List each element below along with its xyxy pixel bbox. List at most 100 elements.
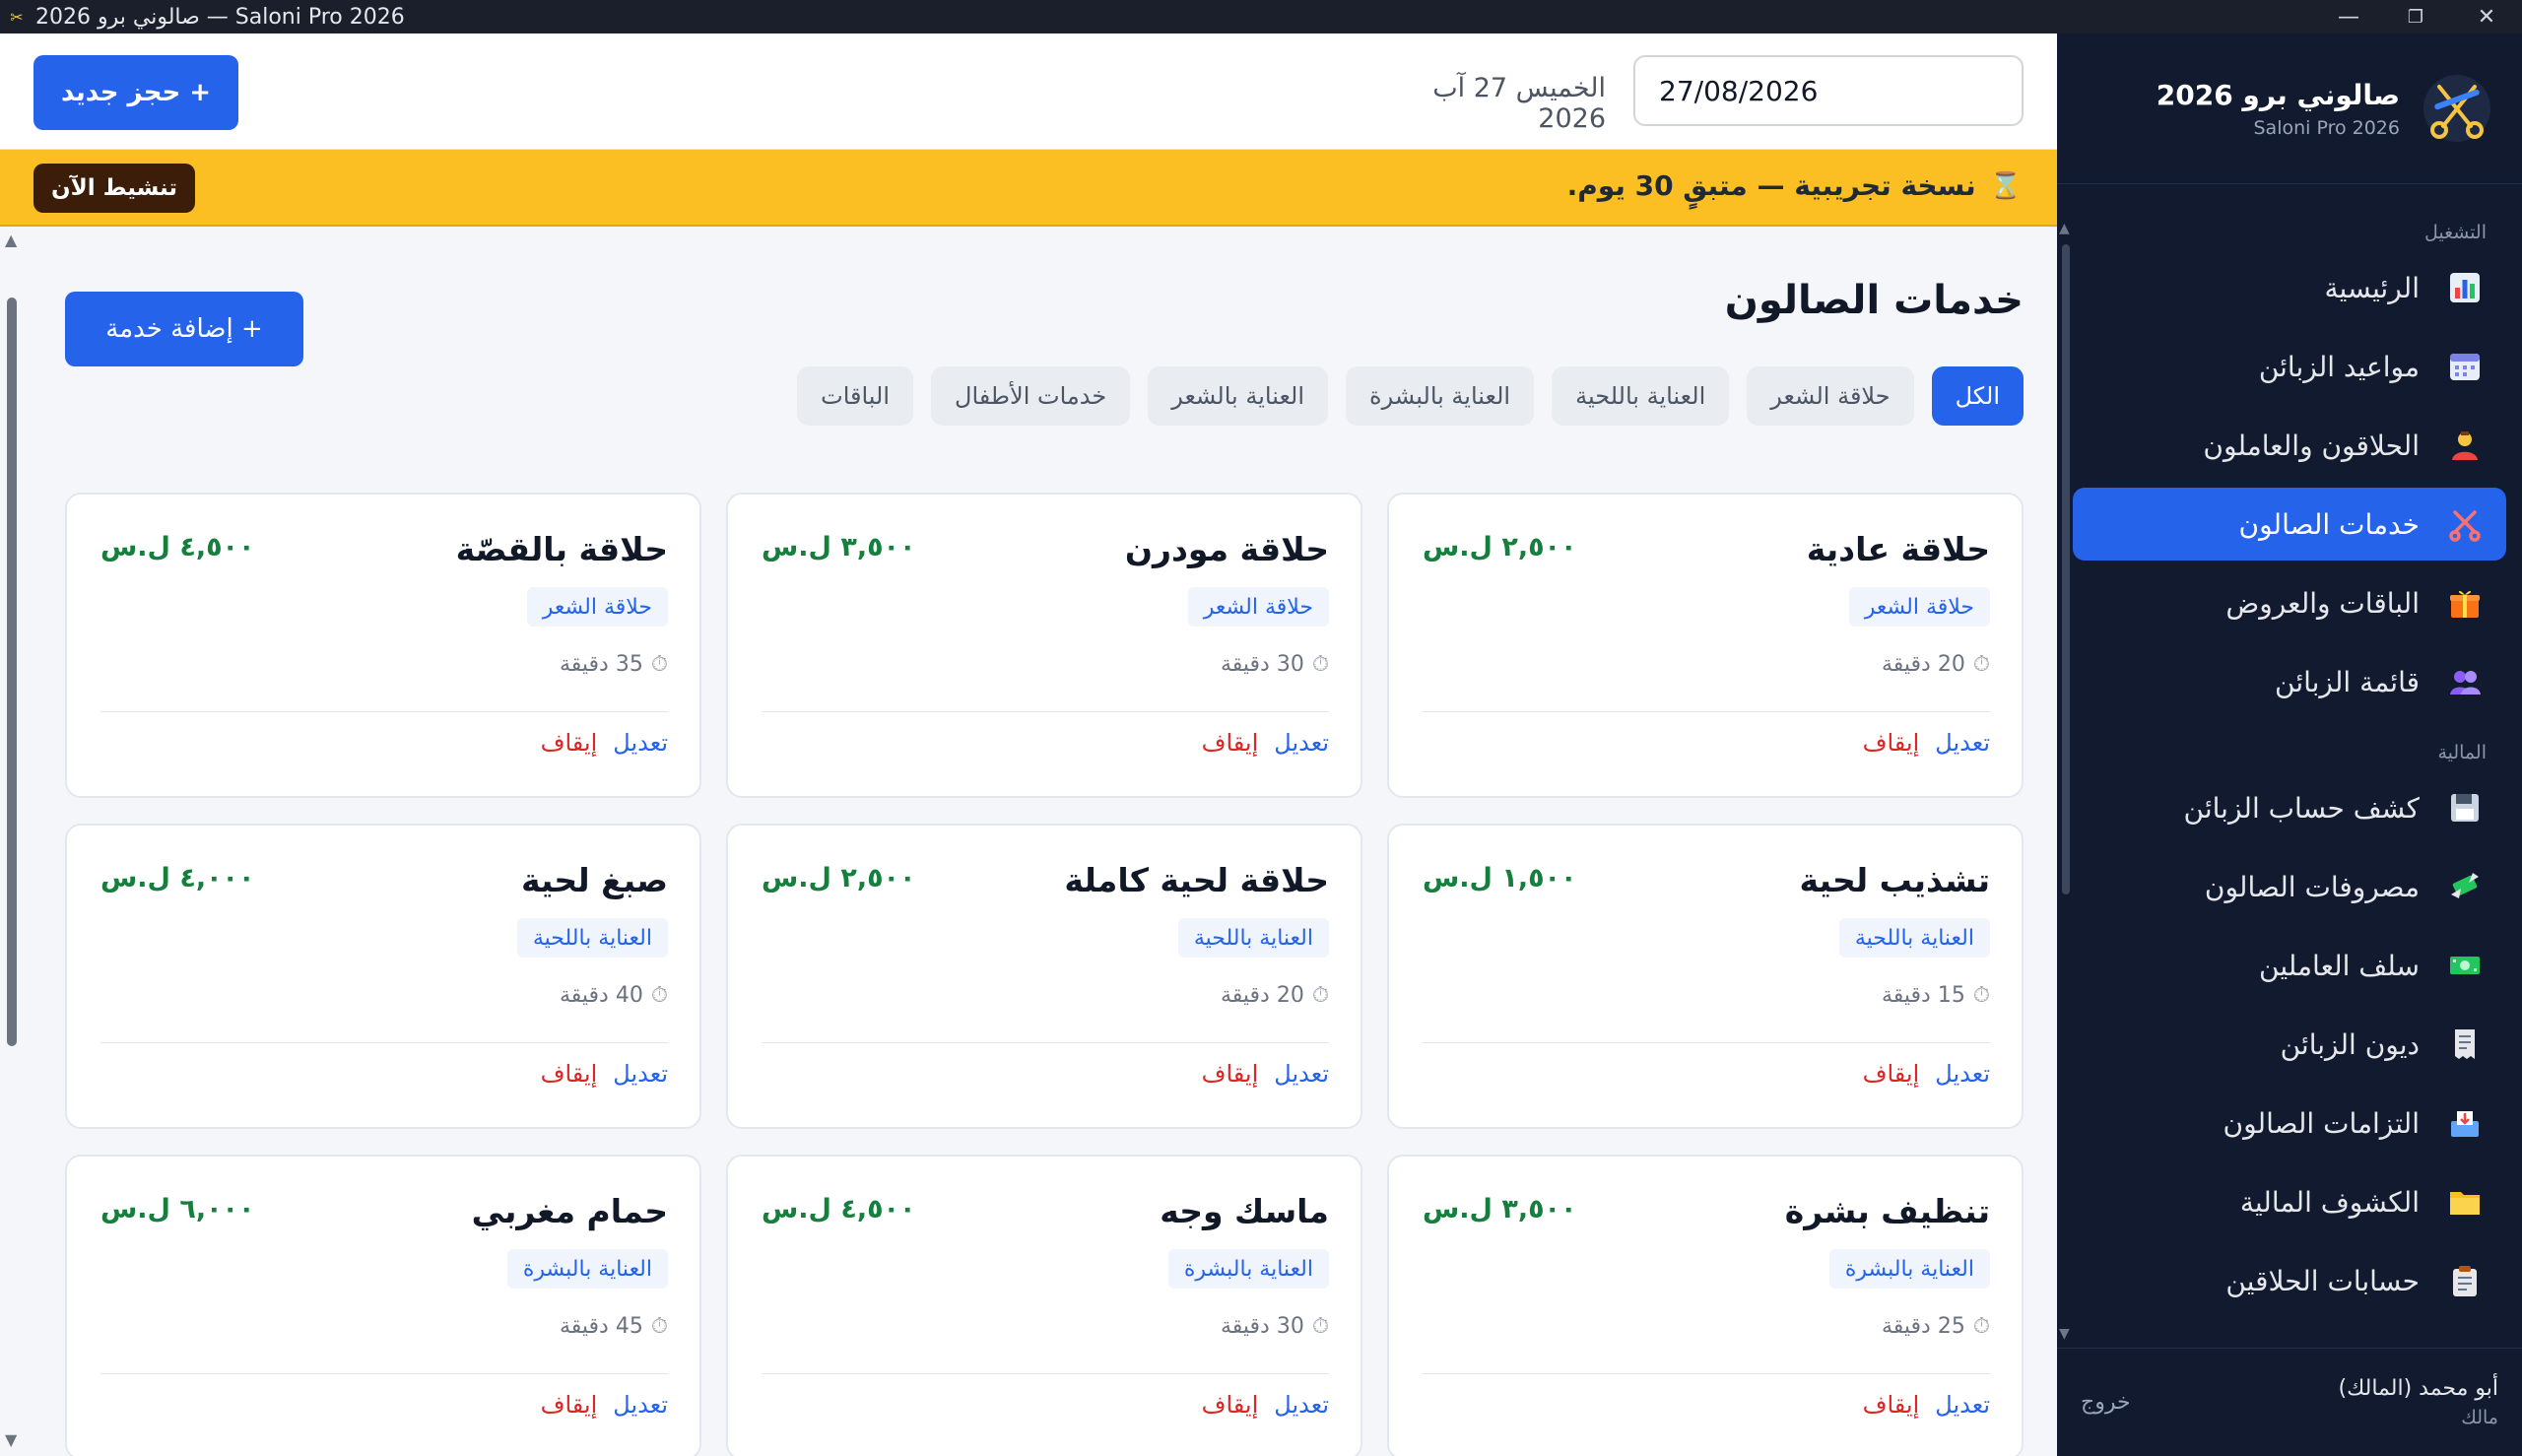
sidebar-item[interactable]: الكشوف المالية: [2073, 1165, 2506, 1238]
logout-button[interactable]: خروج: [2081, 1390, 2131, 1415]
scrollbar-thumb[interactable]: [7, 298, 17, 1046]
service-name: حلاقة مودرن: [1124, 530, 1329, 568]
sidebar-scrollbar[interactable]: ▲ ▼: [2057, 191, 2075, 1363]
sidebar-scroll-down-icon[interactable]: ▼: [2059, 1326, 2070, 1342]
user-role: مالك: [2461, 1407, 2498, 1428]
date-label: الخميس 27 آب 2026: [1432, 73, 1606, 134]
stop-button[interactable]: إيقاف: [1202, 729, 1259, 757]
stopwatch-icon: ⏱: [1972, 1314, 1990, 1339]
filter-tab[interactable]: الكل: [1931, 366, 2024, 426]
window-titlebar: ✂ صالوني برو 2026 — Saloni Pro 2026 — ❐ …: [0, 0, 2522, 33]
sidebar-item[interactable]: الحلاقون والعاملون: [2073, 409, 2506, 482]
sidebar-item-label: كشف حساب الزبائن: [2183, 791, 2420, 825]
sidebar-item[interactable]: مواعيد الزبائن: [2073, 330, 2506, 403]
edit-button[interactable]: تعديل: [1935, 729, 1990, 757]
service-duration: ⏱ 45 دقيقة: [560, 1314, 668, 1339]
service-duration: ⏱ 25 دقيقة: [1882, 1314, 1990, 1339]
sidebar-section-label: المالية: [2437, 742, 2487, 763]
filter-tab[interactable]: حلاقة الشعر: [1747, 366, 1914, 426]
sidebar-item[interactable]: خدمات الصالون: [2073, 488, 2506, 561]
stop-button[interactable]: إيقاف: [1863, 729, 1920, 757]
stop-button[interactable]: إيقاف: [541, 1391, 598, 1419]
card-actions: تعديل إيقاف: [1202, 729, 1329, 757]
scroll-up-icon[interactable]: ▲: [5, 231, 17, 249]
maximize-button[interactable]: ❐: [2384, 0, 2447, 33]
service-card: حلاقة عادية ٢,٥٠٠ ل.س حلاقة الشعر ⏱ 20 دقيقة…: [1387, 493, 2024, 798]
stop-button[interactable]: إيقاف: [1863, 1391, 1920, 1419]
stop-button[interactable]: إيقاف: [1863, 1060, 1920, 1088]
brand-title: صالوني برو 2026: [2156, 78, 2400, 111]
stopwatch-icon: ⏱: [1311, 983, 1329, 1008]
sidebar-item[interactable]: حسابات الحلاقين: [2073, 1244, 2506, 1317]
services-page: خدمات الصالون + إضافة خدمة الكل حلاقة الش…: [0, 227, 2057, 1456]
edit-button[interactable]: تعديل: [1274, 729, 1329, 757]
edit-button[interactable]: تعديل: [1274, 1060, 1329, 1088]
service-card: تنظيف بشرة ٣,٥٠٠ ل.س العناية بالبشرة ⏱ 25 دق…: [1387, 1155, 2024, 1456]
sidebar-item-label: الباقات والعروض: [2225, 586, 2420, 620]
stop-button[interactable]: إيقاف: [541, 1060, 598, 1088]
filter-tab[interactable]: خدمات الأطفال: [931, 366, 1131, 426]
edit-button[interactable]: تعديل: [613, 729, 668, 757]
floppy-icon: [2443, 786, 2487, 829]
card-divider: [762, 711, 1329, 712]
edit-button[interactable]: تعديل: [1274, 1391, 1329, 1419]
filter-tab[interactable]: الباقات: [797, 366, 914, 426]
activate-button[interactable]: تنشيط الآن: [33, 164, 195, 213]
sidebar-item[interactable]: مصروفات الصالون: [2073, 850, 2506, 923]
date-input[interactable]: 27/08/2026: [1633, 55, 2024, 126]
sidebar-item[interactable]: الرئيسية: [2073, 251, 2506, 324]
sidebar-scroll-up-icon[interactable]: ▲: [2059, 221, 2070, 236]
stop-button[interactable]: إيقاف: [541, 729, 598, 757]
filter-tab[interactable]: العناية بالبشرة: [1346, 366, 1535, 426]
service-name: تنظيف بشرة: [1784, 1192, 1990, 1230]
main-area: + حجز جديد الخميس 27 آب 2026 27/08/2026 …: [0, 33, 2057, 1456]
service-category-badge: العناية باللحية: [1838, 918, 1990, 958]
filter-tab[interactable]: العناية باللحية: [1552, 366, 1730, 426]
edit-button[interactable]: تعديل: [613, 1060, 668, 1088]
service-duration: ⏱ 15 دقيقة: [1882, 983, 1990, 1008]
stop-button[interactable]: إيقاف: [1202, 1391, 1259, 1419]
sidebar-scrollbar-thumb[interactable]: [2062, 244, 2070, 894]
service-card: حلاقة لحية كاملة ٢,٥٠٠ ل.س العناية باللحية…: [726, 824, 1362, 1129]
minimize-button[interactable]: —: [2317, 0, 2380, 33]
sidebar-item[interactable]: التزامات الصالون: [2073, 1087, 2506, 1159]
service-name: ماسك وجه: [1160, 1192, 1329, 1230]
sidebar-item-label: مواعيد الزبائن: [2258, 350, 2420, 383]
users-icon: [2443, 660, 2487, 703]
service-card: حلاقة بالقصّة ٤,٥٠٠ ل.س حلاقة الشعر ⏱ 35 دقي…: [65, 493, 701, 798]
sidebar-item[interactable]: كشف حساب الزبائن: [2073, 771, 2506, 844]
sidebar-item-label: قائمة الزبائن: [2275, 665, 2420, 698]
sidebar-item-label: التزامات الصالون: [2223, 1106, 2420, 1140]
edit-button[interactable]: تعديل: [613, 1391, 668, 1419]
filter-tab[interactable]: العناية بالشعر: [1148, 366, 1329, 426]
hourglass-icon: ⌛: [1989, 170, 2022, 201]
stopwatch-icon: ⏱: [1972, 652, 1990, 677]
sidebar-section-label: التشغيل: [2423, 222, 2487, 243]
sidebar-item[interactable]: قائمة الزبائن: [2073, 645, 2506, 718]
sidebar: صالوني برو 2026 Saloni Pro 2026 التشغيل ا…: [2057, 33, 2522, 1456]
duration-text: 25 دقيقة: [1881, 1314, 1965, 1339]
stop-button[interactable]: إيقاف: [1202, 1060, 1259, 1088]
new-booking-button[interactable]: + حجز جديد: [33, 55, 238, 130]
main-scrollbar[interactable]: ▲ ▼: [0, 231, 22, 1456]
service-price: ١,٥٠٠ ل.س: [1423, 863, 1577, 893]
edit-button[interactable]: تعديل: [1935, 1391, 1990, 1419]
service-duration: ⏱ 35 دقيقة: [560, 652, 668, 677]
service-price: ٤,٥٠٠ ل.س: [762, 1194, 916, 1224]
card-divider: [1423, 711, 1990, 712]
service-price: ٢,٥٠٠ ل.س: [1423, 532, 1577, 563]
stopwatch-icon: ⏱: [1311, 652, 1329, 677]
sidebar-item[interactable]: ديون الزبائن: [2073, 1008, 2506, 1081]
service-category-badge: العناية باللحية: [516, 918, 668, 958]
edit-button[interactable]: تعديل: [1935, 1060, 1990, 1088]
service-category-badge: العناية باللحية: [1177, 918, 1329, 958]
duration-text: 30 دقيقة: [1220, 1314, 1304, 1339]
add-service-button[interactable]: + إضافة خدمة: [65, 292, 303, 366]
service-duration: ⏱ 20 دقيقة: [1221, 983, 1329, 1008]
close-button[interactable]: ✕: [2455, 0, 2518, 33]
sidebar-item[interactable]: سلف العاملين: [2073, 929, 2506, 1002]
sidebar-item[interactable]: الباقات والعروض: [2073, 566, 2506, 639]
scroll-down-icon[interactable]: ▼: [5, 1430, 17, 1449]
stopwatch-icon: ⏱: [650, 1314, 668, 1339]
sidebar-item-label: ديون الزبائن: [2280, 1027, 2420, 1061]
